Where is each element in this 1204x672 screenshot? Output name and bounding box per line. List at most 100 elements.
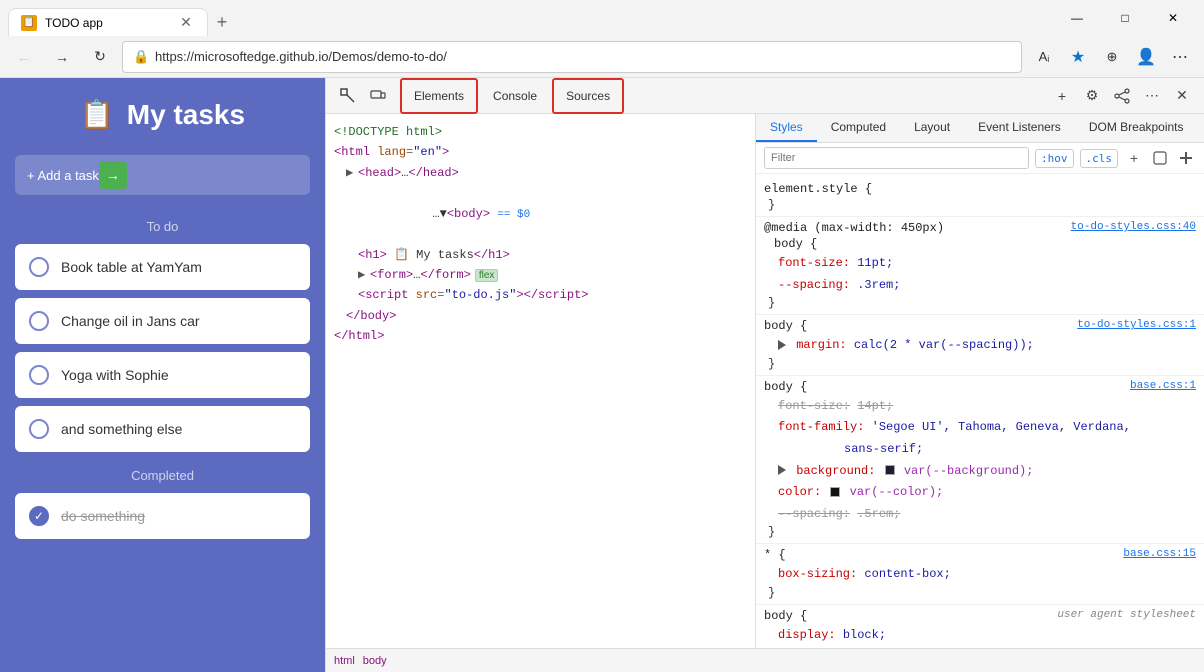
address-bar: ← → ↻ 🔒 https://microsoftedge.github.io/… <box>0 36 1204 78</box>
html-line: ▶<head>…</head> <box>334 163 747 183</box>
completed-task-text: do something <box>61 508 145 524</box>
css-closing-brace: } <box>768 296 1196 310</box>
css-selector: body { to-do-styles.css:1 <box>764 319 1196 333</box>
tab-styles[interactable]: Styles <box>756 114 817 142</box>
css-source-link[interactable]: to-do-styles.css:1 <box>1077 319 1196 331</box>
hov-button[interactable]: :hov <box>1035 149 1074 168</box>
html-line-body-selected[interactable]: …▼<body> == $0 <box>334 183 747 244</box>
forward-button[interactable]: → <box>46 41 78 73</box>
maximize-button[interactable]: □ <box>1102 3 1148 33</box>
tab-elements[interactable]: Elements <box>400 78 478 114</box>
html-line: <html lang="en"> <box>334 142 747 162</box>
task-text: Change oil in Jans car <box>61 313 200 329</box>
task-checkbox[interactable] <box>29 365 49 385</box>
styles-filter-input[interactable] <box>764 147 1029 169</box>
tab-strip: 📋 TODO app ✕ + <box>8 0 1048 36</box>
styles-tabs: Styles Computed Layout Event Listeners D… <box>756 114 1204 143</box>
tab-dom-breakpoints[interactable]: DOM Breakpoints <box>1075 114 1198 142</box>
add-style-rule-button[interactable]: + <box>1124 148 1144 168</box>
collections-button[interactable]: ⊕ <box>1096 41 1128 73</box>
tab-sources-label: Sources <box>566 89 610 103</box>
css-property: --spacing: .5rem; <box>764 504 1196 526</box>
settings-more-button[interactable]: ⋯ <box>1164 41 1196 73</box>
tab-layout[interactable]: Layout <box>900 114 964 142</box>
task-checkbox[interactable] <box>29 419 49 439</box>
refresh-button[interactable]: ↻ <box>84 41 116 73</box>
window-controls: — □ ✕ <box>1054 3 1196 33</box>
new-style-rule-button[interactable] <box>1176 148 1196 168</box>
browser-tab[interactable]: 📋 TODO app ✕ <box>8 8 208 36</box>
address-bar-actions: Aᵢ ★ ⊕ 👤 ⋯ <box>1028 41 1196 73</box>
devtools-main: <!DOCTYPE html> <html lang="en"> ▶<head>… <box>326 114 1204 648</box>
add-task-bar[interactable]: + Add a task → <box>15 155 310 195</box>
add-devtools-tab-button[interactable]: + <box>1048 82 1076 110</box>
breadcrumb-bar: html body <box>326 648 1204 672</box>
styles-panel-container: Styles Computed Layout Event Listeners D… <box>756 114 1204 648</box>
css-closing-brace: } <box>768 198 1196 212</box>
add-task-label: + Add a task <box>27 168 99 183</box>
css-selector: element.style { <box>764 182 1196 196</box>
close-button[interactable]: ✕ <box>1150 3 1196 33</box>
task-text: and something else <box>61 421 182 437</box>
cls-button[interactable]: .cls <box>1080 149 1119 168</box>
devtools-more-button[interactable]: ⋯ <box>1138 82 1166 110</box>
tab-close-button[interactable]: ✕ <box>177 14 195 32</box>
html-line: </body> <box>334 306 747 326</box>
breadcrumb-body[interactable]: body <box>363 655 387 667</box>
completed-task-item[interactable]: ✓ do something <box>15 493 310 539</box>
css-selector: body { user agent stylesheet <box>764 609 1196 623</box>
profile-button[interactable]: 👤 <box>1130 41 1162 73</box>
favorites-button[interactable]: ★ <box>1062 41 1094 73</box>
task-checkbox[interactable] <box>29 257 49 277</box>
tab-console-label: Console <box>493 89 537 103</box>
add-task-arrow-button[interactable]: → <box>99 161 127 189</box>
task-item[interactable]: Book table at YamYam <box>15 244 310 290</box>
css-rule-star: * { base.css:15 box-sizing: content-box;… <box>756 544 1204 605</box>
minimize-button[interactable]: — <box>1054 3 1100 33</box>
toggle-element-state-button[interactable] <box>1150 148 1170 168</box>
todo-app: 📋 My tasks + Add a task → To do Book tab… <box>0 78 325 672</box>
task-checkbox-done[interactable]: ✓ <box>29 506 49 526</box>
tab-console[interactable]: Console <box>480 78 550 114</box>
todo-app-icon: 📋 <box>80 98 115 131</box>
css-property-continuation: sans-serif; <box>764 439 1196 461</box>
color-swatch-color[interactable] <box>830 487 840 497</box>
tab-elements-label: Elements <box>414 89 464 103</box>
main-content: 📋 My tasks + Add a task → To do Book tab… <box>0 78 1204 672</box>
tab-sources[interactable]: Sources <box>552 78 624 114</box>
html-line: <h1> 📋 My tasks</h1> <box>334 245 747 265</box>
browser-window: 📋 TODO app ✕ + — □ ✕ ← → ↻ 🔒 https://mic… <box>0 0 1204 672</box>
css-closing-brace: } <box>768 586 1196 600</box>
task-item[interactable]: Change oil in Jans car <box>15 298 310 344</box>
url-bar[interactable]: 🔒 https://microsoftedge.github.io/Demos/… <box>122 41 1022 73</box>
expand-icon[interactable] <box>778 465 786 475</box>
lock-icon: 🔒 <box>133 49 149 65</box>
expand-icon[interactable] <box>778 340 786 350</box>
read-aloud-button[interactable]: Aᵢ <box>1028 41 1060 73</box>
new-tab-button[interactable]: + <box>208 8 236 36</box>
inspect-element-button[interactable] <box>334 82 362 110</box>
devtools-toolbar: Elements Console Sources + ⚙ ⋯ ✕ <box>326 78 1204 114</box>
tab-event-listeners[interactable]: Event Listeners <box>964 114 1075 142</box>
task-item[interactable]: and something else <box>15 406 310 452</box>
styles-content: element.style { } @media (max-width: 450… <box>756 174 1204 648</box>
color-swatch-background[interactable] <box>885 465 895 475</box>
css-property: box-sizing: content-box; <box>764 564 1196 586</box>
tab-computed[interactable]: Computed <box>817 114 900 142</box>
devtools-settings-button[interactable]: ⚙ <box>1078 82 1106 110</box>
task-checkbox[interactable] <box>29 311 49 331</box>
devtools-share-button[interactable] <box>1108 82 1136 110</box>
css-source-link[interactable]: to-do-styles.css:40 <box>1071 221 1196 233</box>
html-line: </html> <box>334 326 747 346</box>
css-source-link[interactable]: base.css:15 <box>1123 548 1196 560</box>
css-nested-selector: body { <box>764 237 1196 251</box>
css-property: font-size: 11pt; <box>764 253 1196 275</box>
breadcrumb-html[interactable]: html <box>334 655 355 667</box>
task-item[interactable]: Yoga with Sophie <box>15 352 310 398</box>
css-selector: * { base.css:15 <box>764 548 1196 562</box>
css-source-link[interactable]: base.css:1 <box>1130 380 1196 392</box>
devtools-close-button[interactable]: ✕ <box>1168 82 1196 110</box>
back-button[interactable]: ← <box>8 41 40 73</box>
responsive-design-button[interactable] <box>364 82 392 110</box>
css-property: color: var(--color); <box>764 482 1196 504</box>
